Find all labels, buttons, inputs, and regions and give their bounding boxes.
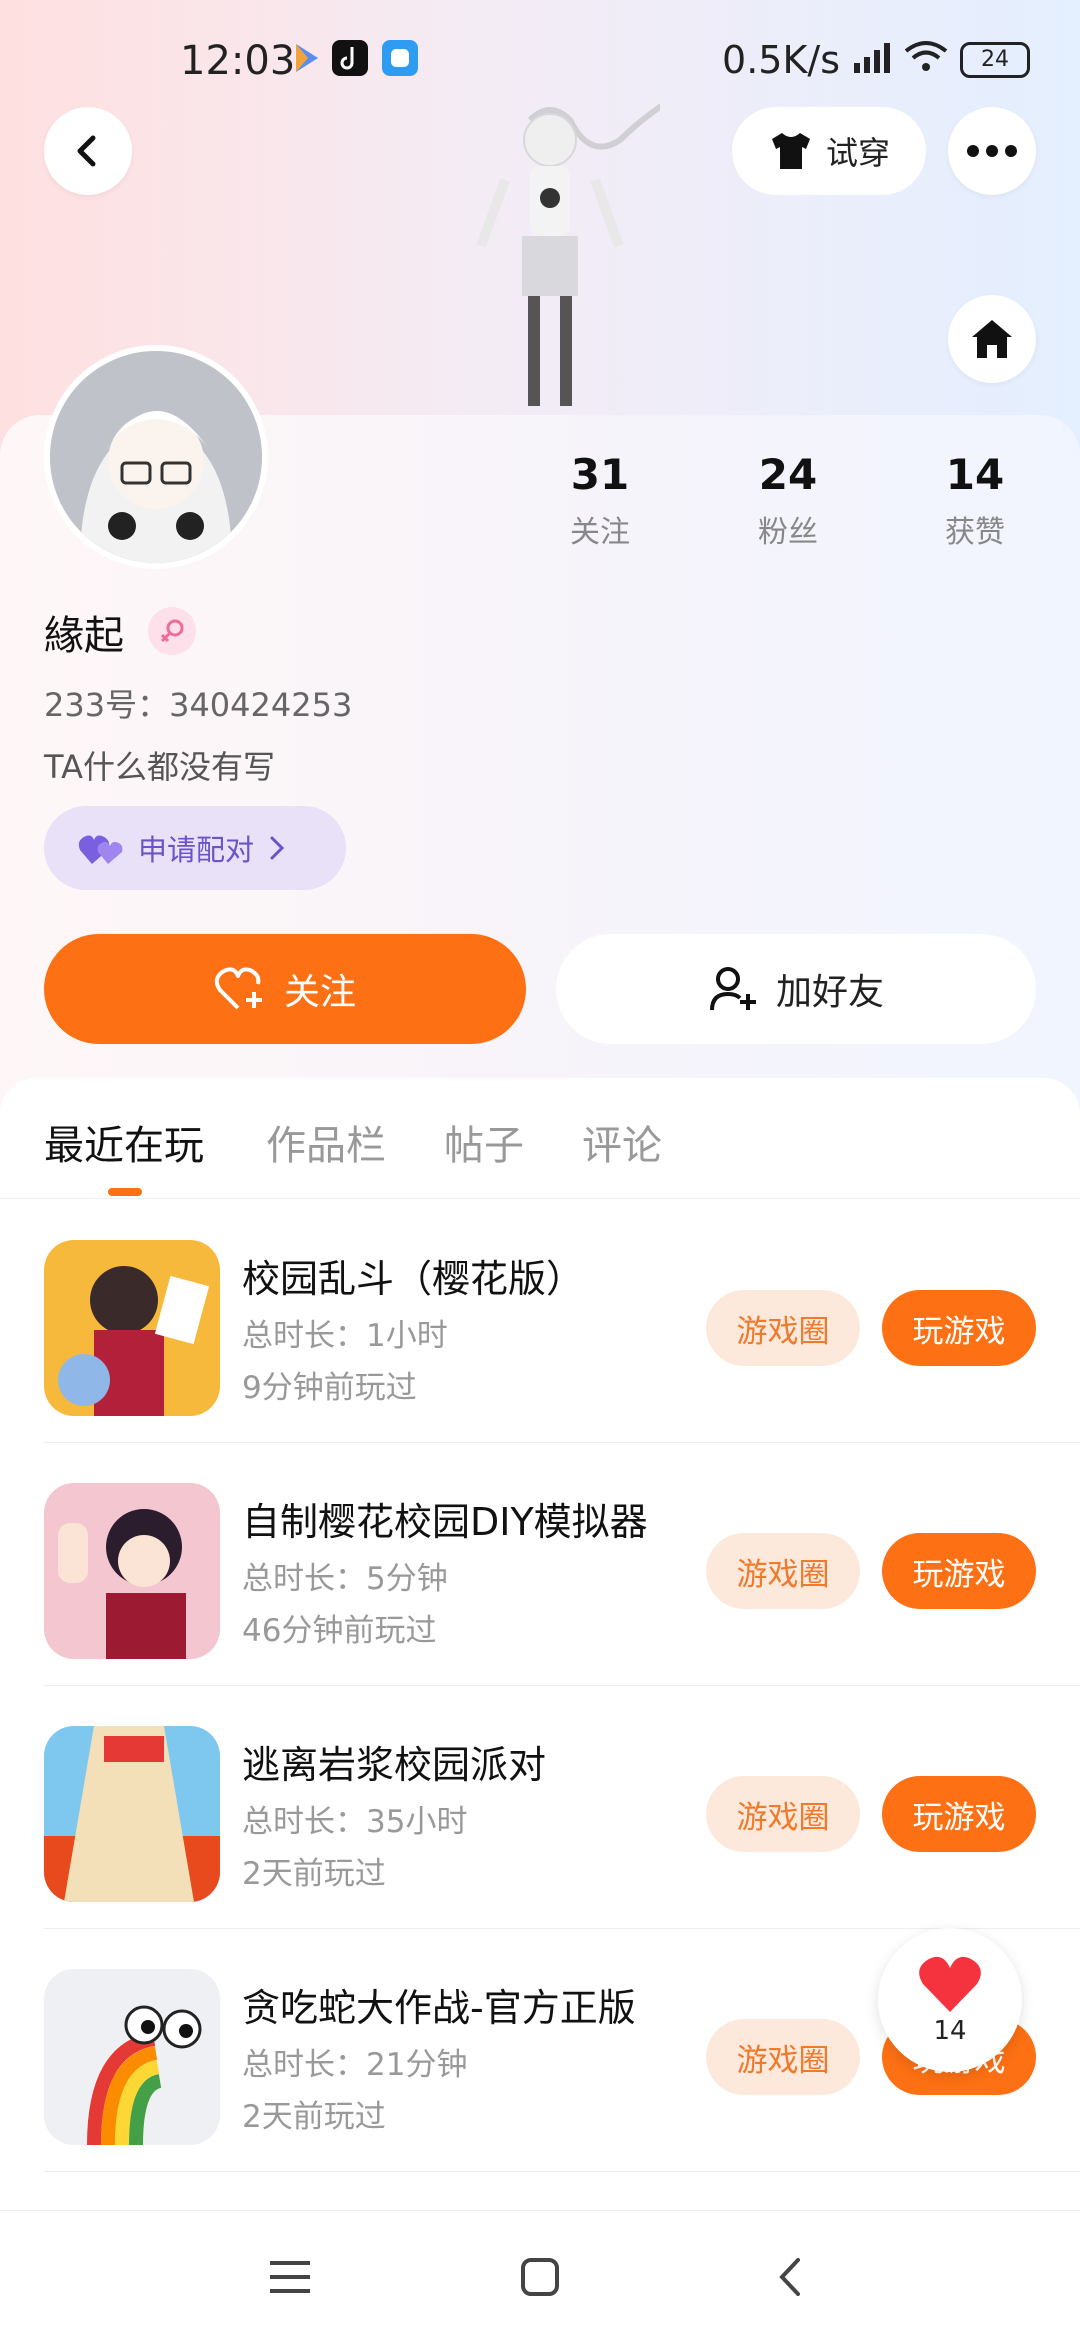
game-icon <box>44 1483 220 1659</box>
game-icon <box>44 1240 220 1416</box>
active-tab-indicator <box>108 1188 142 1196</box>
tiktok-icon <box>332 40 368 76</box>
more-options-button[interactable] <box>948 107 1036 195</box>
add-friend-button[interactable]: 加好友 <box>556 934 1036 1044</box>
game-row[interactable]: 自制樱花校园DIY模拟器 总时长：5分钟 46分钟前玩过 游戏圈 玩游戏 <box>0 1443 1080 1686</box>
more-dots-icon <box>967 145 1017 157</box>
wifi-icon <box>904 38 948 82</box>
stat-likes-label: 获赞 <box>945 515 1005 550</box>
stat-fans[interactable]: 24 粉丝 <box>718 450 858 551</box>
follow-label: 关注 <box>283 972 356 1013</box>
app-notification-icon <box>382 40 418 76</box>
stat-likes-count: 14 <box>945 450 1005 499</box>
game-row[interactable]: 逃离岩浆校园派对 总时长：35小时 2天前玩过 游戏圈 玩游戏 <box>0 1686 1080 1929</box>
request-pair-label: 申请配对 <box>138 833 255 867</box>
avatar-character-figure <box>440 97 672 420</box>
game-title: 逃离岩浆校园派对 <box>242 1743 547 1787</box>
game-duration: 总时长：1小时 <box>242 1318 448 1354</box>
stat-following-count: 31 <box>570 450 630 499</box>
user-id: 233号：340424253 <box>44 686 353 724</box>
like-float-button[interactable]: 14 <box>878 1928 1022 2072</box>
tab-comments[interactable]: 评论 <box>582 1113 662 1171</box>
stat-fans-count: 24 <box>758 450 818 499</box>
game-duration: 总时长：35小时 <box>242 1804 468 1840</box>
signal-icon <box>852 38 892 82</box>
game-icon <box>44 1969 220 2145</box>
tshirt-icon <box>771 133 810 169</box>
tab-recently-played[interactable]: 最近在玩 <box>44 1113 204 1171</box>
battery-indicator: 24 <box>960 42 1030 78</box>
status-time: 12:03 <box>180 38 296 84</box>
menu-nav-button[interactable] <box>260 2247 320 2307</box>
avatar[interactable] <box>44 345 268 569</box>
stat-following-label: 关注 <box>570 515 630 550</box>
pair-hearts-icon <box>78 835 123 864</box>
request-pair-button[interactable]: 申请配对 <box>44 806 346 890</box>
chevron-left-icon <box>779 2258 800 2296</box>
play-game-button[interactable]: 玩游戏 <box>882 1290 1036 1366</box>
tab-works[interactable]: 作品栏 <box>266 1113 386 1171</box>
stat-following[interactable]: 31 关注 <box>530 450 670 551</box>
play-game-button[interactable]: 玩游戏 <box>882 1776 1036 1852</box>
game-title: 自制樱花校园DIY模拟器 <box>242 1500 648 1544</box>
game-row[interactable]: 校园乱斗（樱花版） 总时长：1小时 9分钟前玩过 游戏圈 玩游戏 <box>0 1200 1080 1443</box>
back-nav-button[interactable] <box>760 2247 820 2307</box>
home-icon <box>972 320 1012 358</box>
game-circle-button[interactable]: 游戏圈 <box>706 1290 860 1366</box>
tab-posts[interactable]: 帖子 <box>444 1113 524 1171</box>
game-last-played: 2天前玩过 <box>242 2099 386 2135</box>
play-game-button[interactable]: 玩游戏 <box>882 1533 1036 1609</box>
chevron-left-icon <box>77 135 96 167</box>
row-divider <box>44 2171 1080 2172</box>
home-button[interactable] <box>948 295 1036 383</box>
game-circle-button[interactable]: 游戏圈 <box>706 1776 860 1852</box>
try-on-button[interactable]: 试穿 <box>732 107 926 195</box>
heart-icon <box>919 1956 981 2012</box>
like-count: 14 <box>933 2016 967 2046</box>
content-panel: 最近在玩 作品栏 帖子 评论 校园乱斗（樱花版） 总时长：1小时 9分钟前玩过 … <box>0 1078 1080 2340</box>
follow-button[interactable]: 关注 <box>44 934 526 1044</box>
game-last-played: 46分钟前玩过 <box>242 1613 437 1649</box>
female-gender-icon <box>148 607 196 655</box>
username: 緣起 <box>44 613 124 659</box>
game-title: 校园乱斗（樱花版） <box>242 1257 585 1301</box>
network-speed: 0.5K/s <box>722 38 840 82</box>
heart-plus-icon <box>214 967 262 1010</box>
game-icon <box>44 1726 220 1902</box>
status-right: 0.5K/s 24 <box>722 38 1030 82</box>
system-nav-bar <box>0 2210 1080 2341</box>
menu-icon <box>270 2261 310 2293</box>
home-nav-button[interactable] <box>510 2247 570 2307</box>
add-user-icon <box>709 967 756 1011</box>
game-circle-button[interactable]: 游戏圈 <box>706 1533 860 1609</box>
game-duration: 总时长：5分钟 <box>242 1561 448 1597</box>
game-duration: 总时长：21分钟 <box>242 2047 468 2083</box>
chevron-right-icon <box>270 836 285 860</box>
square-icon <box>521 2258 559 2296</box>
try-on-label: 试穿 <box>825 134 890 172</box>
game-last-played: 2天前玩过 <box>242 1856 386 1892</box>
play-store-icon <box>288 40 324 76</box>
back-button[interactable] <box>44 107 132 195</box>
stat-likes[interactable]: 14 获赞 <box>905 450 1045 551</box>
game-circle-button[interactable]: 游戏圈 <box>706 2019 860 2095</box>
tab-bar: 最近在玩 作品栏 帖子 评论 <box>0 1078 1080 1199</box>
stat-fans-label: 粉丝 <box>758 515 818 550</box>
add-friend-label: 加好友 <box>775 972 884 1013</box>
game-title: 贪吃蛇大作战-官方正版 <box>242 1986 636 2030</box>
user-bio: TA什么都没有写 <box>44 748 275 786</box>
game-last-played: 9分钟前玩过 <box>242 1370 417 1406</box>
